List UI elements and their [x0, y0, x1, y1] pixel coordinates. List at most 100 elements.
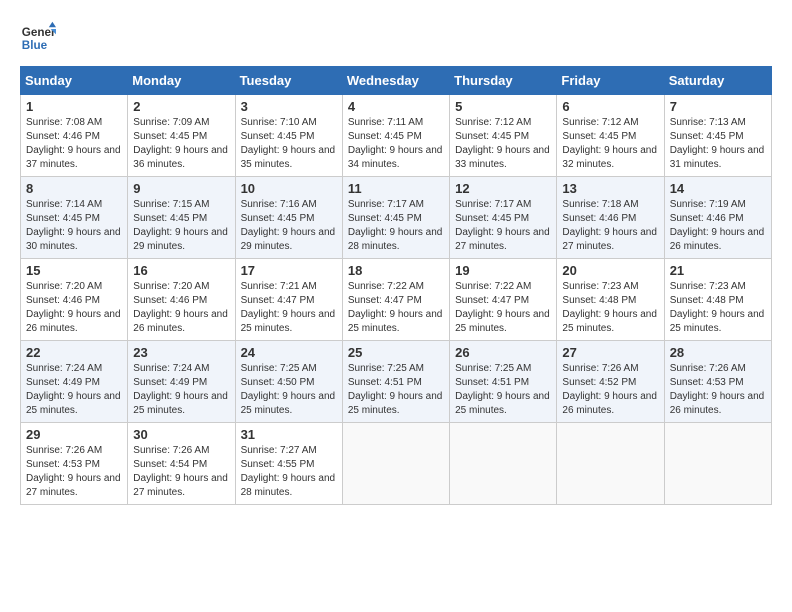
- header-cell-tuesday: Tuesday: [235, 67, 342, 95]
- cell-text: Sunrise: 7:12 AM Sunset: 4:45 PM Dayligh…: [562, 116, 658, 172]
- day-cell: 18 Sunrise: 7:22 AM Sunset: 4:47 PM Dayl…: [342, 259, 449, 341]
- day-number: 9: [133, 181, 229, 196]
- day-cell: 31 Sunrise: 7:27 AM Sunset: 4:55 PM Dayl…: [235, 423, 342, 505]
- logo: General Blue: [20, 20, 56, 56]
- day-cell: 19 Sunrise: 7:22 AM Sunset: 4:47 PM Dayl…: [450, 259, 557, 341]
- cell-text: Sunrise: 7:26 AM Sunset: 4:53 PM Dayligh…: [670, 362, 766, 418]
- cell-text: Sunrise: 7:10 AM Sunset: 4:45 PM Dayligh…: [241, 116, 337, 172]
- day-number: 29: [26, 427, 122, 442]
- svg-text:Blue: Blue: [22, 39, 48, 52]
- cell-text: Sunrise: 7:22 AM Sunset: 4:47 PM Dayligh…: [348, 280, 444, 336]
- day-cell: 22 Sunrise: 7:24 AM Sunset: 4:49 PM Dayl…: [21, 341, 128, 423]
- day-number: 7: [670, 99, 766, 114]
- day-cell: 1 Sunrise: 7:08 AM Sunset: 4:46 PM Dayli…: [21, 95, 128, 177]
- day-cell: 21 Sunrise: 7:23 AM Sunset: 4:48 PM Dayl…: [664, 259, 771, 341]
- cell-text: Sunrise: 7:20 AM Sunset: 4:46 PM Dayligh…: [133, 280, 229, 336]
- day-number: 27: [562, 345, 658, 360]
- day-cell: 20 Sunrise: 7:23 AM Sunset: 4:48 PM Dayl…: [557, 259, 664, 341]
- cell-text: Sunrise: 7:20 AM Sunset: 4:46 PM Dayligh…: [26, 280, 122, 336]
- day-cell: 2 Sunrise: 7:09 AM Sunset: 4:45 PM Dayli…: [128, 95, 235, 177]
- cell-text: Sunrise: 7:17 AM Sunset: 4:45 PM Dayligh…: [348, 198, 444, 254]
- day-cell: 28 Sunrise: 7:26 AM Sunset: 4:53 PM Dayl…: [664, 341, 771, 423]
- day-number: 25: [348, 345, 444, 360]
- cell-text: Sunrise: 7:22 AM Sunset: 4:47 PM Dayligh…: [455, 280, 551, 336]
- day-number: 1: [26, 99, 122, 114]
- week-row-4: 22 Sunrise: 7:24 AM Sunset: 4:49 PM Dayl…: [21, 341, 772, 423]
- day-cell: 24 Sunrise: 7:25 AM Sunset: 4:50 PM Dayl…: [235, 341, 342, 423]
- cell-text: Sunrise: 7:25 AM Sunset: 4:51 PM Dayligh…: [348, 362, 444, 418]
- day-cell: [342, 423, 449, 505]
- day-cell: 14 Sunrise: 7:19 AM Sunset: 4:46 PM Dayl…: [664, 177, 771, 259]
- day-number: 2: [133, 99, 229, 114]
- day-cell: 27 Sunrise: 7:26 AM Sunset: 4:52 PM Dayl…: [557, 341, 664, 423]
- cell-text: Sunrise: 7:19 AM Sunset: 4:46 PM Dayligh…: [670, 198, 766, 254]
- cell-text: Sunrise: 7:24 AM Sunset: 4:49 PM Dayligh…: [26, 362, 122, 418]
- day-number: 5: [455, 99, 551, 114]
- cell-text: Sunrise: 7:26 AM Sunset: 4:53 PM Dayligh…: [26, 444, 122, 500]
- cell-text: Sunrise: 7:26 AM Sunset: 4:54 PM Dayligh…: [133, 444, 229, 500]
- header: General Blue: [20, 20, 772, 56]
- cell-text: Sunrise: 7:14 AM Sunset: 4:45 PM Dayligh…: [26, 198, 122, 254]
- day-number: 31: [241, 427, 337, 442]
- cell-text: Sunrise: 7:23 AM Sunset: 4:48 PM Dayligh…: [670, 280, 766, 336]
- day-number: 10: [241, 181, 337, 196]
- day-number: 20: [562, 263, 658, 278]
- week-row-1: 1 Sunrise: 7:08 AM Sunset: 4:46 PM Dayli…: [21, 95, 772, 177]
- cell-text: Sunrise: 7:26 AM Sunset: 4:52 PM Dayligh…: [562, 362, 658, 418]
- cell-text: Sunrise: 7:25 AM Sunset: 4:50 PM Dayligh…: [241, 362, 337, 418]
- day-cell: 23 Sunrise: 7:24 AM Sunset: 4:49 PM Dayl…: [128, 341, 235, 423]
- day-number: 26: [455, 345, 551, 360]
- day-number: 21: [670, 263, 766, 278]
- day-cell: 8 Sunrise: 7:14 AM Sunset: 4:45 PM Dayli…: [21, 177, 128, 259]
- week-row-2: 8 Sunrise: 7:14 AM Sunset: 4:45 PM Dayli…: [21, 177, 772, 259]
- day-cell: 9 Sunrise: 7:15 AM Sunset: 4:45 PM Dayli…: [128, 177, 235, 259]
- day-number: 4: [348, 99, 444, 114]
- day-cell: 29 Sunrise: 7:26 AM Sunset: 4:53 PM Dayl…: [21, 423, 128, 505]
- day-cell: [664, 423, 771, 505]
- day-cell: 16 Sunrise: 7:20 AM Sunset: 4:46 PM Dayl…: [128, 259, 235, 341]
- calendar-table: SundayMondayTuesdayWednesdayThursdayFrid…: [20, 66, 772, 505]
- day-cell: 7 Sunrise: 7:13 AM Sunset: 4:45 PM Dayli…: [664, 95, 771, 177]
- day-cell: 4 Sunrise: 7:11 AM Sunset: 4:45 PM Dayli…: [342, 95, 449, 177]
- cell-text: Sunrise: 7:11 AM Sunset: 4:45 PM Dayligh…: [348, 116, 444, 172]
- day-number: 22: [26, 345, 122, 360]
- day-number: 11: [348, 181, 444, 196]
- header-cell-sunday: Sunday: [21, 67, 128, 95]
- day-cell: 25 Sunrise: 7:25 AM Sunset: 4:51 PM Dayl…: [342, 341, 449, 423]
- week-row-3: 15 Sunrise: 7:20 AM Sunset: 4:46 PM Dayl…: [21, 259, 772, 341]
- day-number: 24: [241, 345, 337, 360]
- header-cell-friday: Friday: [557, 67, 664, 95]
- cell-text: Sunrise: 7:25 AM Sunset: 4:51 PM Dayligh…: [455, 362, 551, 418]
- day-cell: [450, 423, 557, 505]
- day-number: 23: [133, 345, 229, 360]
- header-row: SundayMondayTuesdayWednesdayThursdayFrid…: [21, 67, 772, 95]
- cell-text: Sunrise: 7:17 AM Sunset: 4:45 PM Dayligh…: [455, 198, 551, 254]
- week-row-5: 29 Sunrise: 7:26 AM Sunset: 4:53 PM Dayl…: [21, 423, 772, 505]
- cell-text: Sunrise: 7:16 AM Sunset: 4:45 PM Dayligh…: [241, 198, 337, 254]
- day-number: 18: [348, 263, 444, 278]
- day-cell: 30 Sunrise: 7:26 AM Sunset: 4:54 PM Dayl…: [128, 423, 235, 505]
- day-number: 30: [133, 427, 229, 442]
- cell-text: Sunrise: 7:24 AM Sunset: 4:49 PM Dayligh…: [133, 362, 229, 418]
- day-cell: [557, 423, 664, 505]
- day-cell: 26 Sunrise: 7:25 AM Sunset: 4:51 PM Dayl…: [450, 341, 557, 423]
- day-cell: 10 Sunrise: 7:16 AM Sunset: 4:45 PM Dayl…: [235, 177, 342, 259]
- day-number: 28: [670, 345, 766, 360]
- day-number: 13: [562, 181, 658, 196]
- day-number: 12: [455, 181, 551, 196]
- svg-text:General: General: [22, 26, 56, 39]
- day-number: 14: [670, 181, 766, 196]
- day-number: 6: [562, 99, 658, 114]
- day-cell: 6 Sunrise: 7:12 AM Sunset: 4:45 PM Dayli…: [557, 95, 664, 177]
- day-number: 19: [455, 263, 551, 278]
- day-cell: 15 Sunrise: 7:20 AM Sunset: 4:46 PM Dayl…: [21, 259, 128, 341]
- day-number: 16: [133, 263, 229, 278]
- cell-text: Sunrise: 7:18 AM Sunset: 4:46 PM Dayligh…: [562, 198, 658, 254]
- day-cell: 12 Sunrise: 7:17 AM Sunset: 4:45 PM Dayl…: [450, 177, 557, 259]
- day-cell: 3 Sunrise: 7:10 AM Sunset: 4:45 PM Dayli…: [235, 95, 342, 177]
- cell-text: Sunrise: 7:08 AM Sunset: 4:46 PM Dayligh…: [26, 116, 122, 172]
- cell-text: Sunrise: 7:15 AM Sunset: 4:45 PM Dayligh…: [133, 198, 229, 254]
- day-cell: 17 Sunrise: 7:21 AM Sunset: 4:47 PM Dayl…: [235, 259, 342, 341]
- day-cell: 11 Sunrise: 7:17 AM Sunset: 4:45 PM Dayl…: [342, 177, 449, 259]
- cell-text: Sunrise: 7:21 AM Sunset: 4:47 PM Dayligh…: [241, 280, 337, 336]
